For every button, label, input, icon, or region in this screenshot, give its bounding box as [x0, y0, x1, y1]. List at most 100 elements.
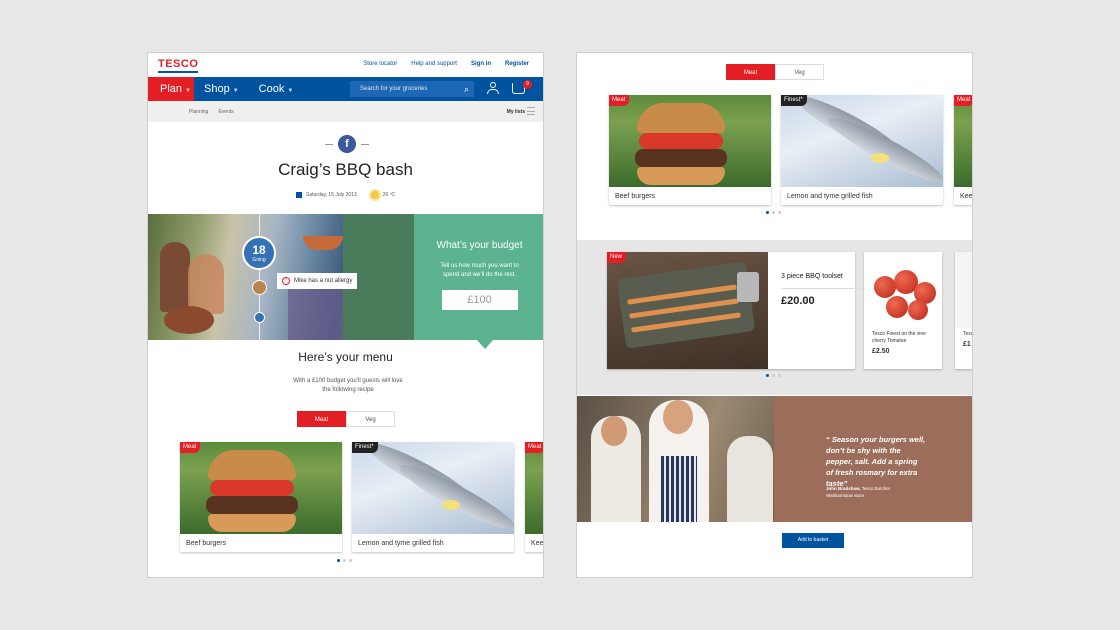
going-count-badge[interactable]: 18 Going [242, 236, 276, 270]
recipe-name: Kee [960, 193, 973, 200]
divider [325, 144, 333, 145]
product-name: 3 piece BBQ toolset [781, 273, 843, 280]
register-link[interactable]: Register [505, 61, 529, 67]
list-icon[interactable] [527, 107, 535, 115]
recipe-card[interactable]: Meat Kee [525, 442, 544, 552]
budget-panel: What’s your budget Tell us how much you … [414, 214, 543, 349]
fish-image: Finest* [352, 442, 514, 534]
carousel-dot[interactable] [343, 559, 346, 562]
product-image [955, 252, 972, 328]
recipe-card[interactable]: Meat Beef burgers [609, 95, 771, 205]
butchers-photo [577, 396, 774, 522]
event-hero: 18 Going ! Mike has a nut allergy What’s… [148, 214, 543, 349]
tab-veg[interactable]: Veg [775, 64, 824, 80]
breadcrumb-events[interactable]: Events [218, 109, 233, 115]
recipe-name: Kee [531, 540, 544, 547]
tab-meat[interactable]: Meat [297, 411, 346, 427]
recipe-name: Beef burgers [615, 193, 656, 200]
quote-panel: “ Season your burgers well, don’t be shy… [774, 396, 972, 522]
carousel-dot[interactable] [337, 559, 340, 562]
recipe-card[interactable]: Finest* Lemon and tyme grilled fish [781, 95, 943, 205]
carousel-dot[interactable] [772, 211, 775, 214]
nav-plan-label: Plan [160, 83, 183, 95]
event-page-screen: TESCO Store locator Help and support Sig… [147, 52, 544, 578]
facebook-icon[interactable]: f [338, 135, 356, 153]
recipe-tag: Meat [180, 442, 201, 453]
warning-icon: ! [282, 277, 290, 285]
budget-heading: What’s your budget [436, 240, 523, 251]
recipe-tag: Meat [525, 442, 543, 453]
recipe-card[interactable]: Meat Kee [954, 95, 973, 205]
nav-shop[interactable]: Shop ▼ [194, 77, 249, 101]
store-locator-link[interactable]: Store locator [363, 61, 397, 67]
chevron-down-icon: ▼ [232, 88, 239, 94]
event-details: Saturday, 15 July 2013 26 ºC [296, 191, 395, 199]
facebook-share: f [325, 135, 369, 153]
tab-veg[interactable]: Veg [346, 411, 395, 427]
calendar-icon [296, 192, 302, 198]
tesco-logo[interactable]: TESCO [158, 58, 198, 73]
carousel-dot[interactable] [349, 559, 352, 562]
main-nav: Plan ▼ Shop ▼ Cook ▼ Search for your grocer… [148, 77, 543, 109]
carousel-dot[interactable] [778, 374, 781, 377]
product-name: Tesc [963, 331, 973, 337]
product-card[interactable]: Tesc £1 [955, 252, 973, 369]
chevron-down-icon: ▼ [185, 88, 191, 94]
product-price: £20.00 [781, 295, 815, 307]
event-title: Craig’s BBQ bash [278, 160, 413, 179]
search-input[interactable]: Search for your groceries ⌕ [350, 81, 474, 97]
event-date: Saturday, 15 July 2013 [306, 192, 357, 198]
search-placeholder: Search for your groceries [360, 86, 428, 92]
recipe-tag: Finest* [781, 95, 807, 106]
carousel-dot[interactable] [778, 211, 781, 214]
sign-in-link[interactable]: Sign in [471, 61, 491, 67]
carousel-dots [766, 374, 781, 377]
recipe-card[interactable]: Meat Beef burgers [180, 442, 342, 552]
tab-meat[interactable]: Meat [726, 64, 775, 80]
my-lists-link[interactable]: My lists [507, 109, 525, 115]
recipe-name: Beef burgers [186, 540, 227, 547]
allergy-text: Mike has a nut allergy [294, 278, 353, 284]
search-icon[interactable]: ⌕ [464, 81, 469, 97]
product-card[interactable]: Tesco Finest on the vine cherry Tomatoe … [864, 252, 942, 369]
breadcrumb-planning[interactable]: Planning [189, 109, 208, 115]
carousel-dot[interactable] [766, 374, 769, 377]
bbq-party-photo: 18 Going ! Mike has a nut allergy [148, 214, 414, 340]
recipe-name: Lemon and tyme grilled fish [787, 193, 873, 200]
nav-cook[interactable]: Cook ▼ [249, 77, 304, 101]
chat-icon[interactable] [254, 312, 265, 323]
product-info: 3 piece BBQ toolset £20.00 [781, 272, 861, 307]
carousel-dot[interactable] [772, 374, 775, 377]
breadcrumb: Planning Events [189, 109, 234, 115]
help-link[interactable]: Help and support [411, 61, 457, 67]
nav-cook-label: Cook [258, 83, 285, 95]
quote-attribution: John Bradshaw, Tesco Butcher Walthamstow… [826, 485, 936, 499]
nav-shop-label: Shop [204, 83, 230, 95]
meat-veg-toggle: Meat Veg [297, 411, 395, 427]
divider [781, 288, 861, 289]
product-tag: New [607, 252, 627, 263]
quote-author-role: Tesco Butcher [861, 486, 891, 491]
product-price: £1 [963, 341, 971, 348]
sun-icon [370, 191, 379, 199]
tomatoes-image [864, 252, 942, 328]
meat-veg-toggle: Meat Veg [726, 64, 824, 80]
event-temperature: 26 ºC [382, 192, 396, 198]
recipe-tag: Finest* [352, 442, 378, 453]
add-to-basket-button[interactable]: Add to basket [782, 533, 844, 548]
fish-image: Finest* [781, 95, 943, 187]
carousel-dot[interactable] [766, 211, 769, 214]
divider [361, 144, 369, 145]
recipe-card[interactable]: Finest* Lemon and tyme grilled fish [352, 442, 514, 552]
avatar[interactable] [252, 280, 267, 295]
carousel-dots [766, 211, 781, 214]
nav-plan[interactable]: Plan ▼ [148, 77, 194, 109]
product-card[interactable]: New 3 piece BBQ toolset £20.00 [607, 252, 861, 369]
content-modules-screen: Meat Veg Meat Beef burgers Finest* Lemon… [576, 52, 973, 578]
quote-store: Walthamstow store [826, 493, 865, 498]
user-icon[interactable] [487, 82, 499, 96]
butcher-quote: “ Season your burgers well, don’t be shy… [577, 396, 972, 522]
top-bar: TESCO Store locator Help and support Sig… [148, 53, 543, 77]
budget-input[interactable]: £100 [441, 290, 518, 310]
carousel-dots [337, 559, 352, 562]
